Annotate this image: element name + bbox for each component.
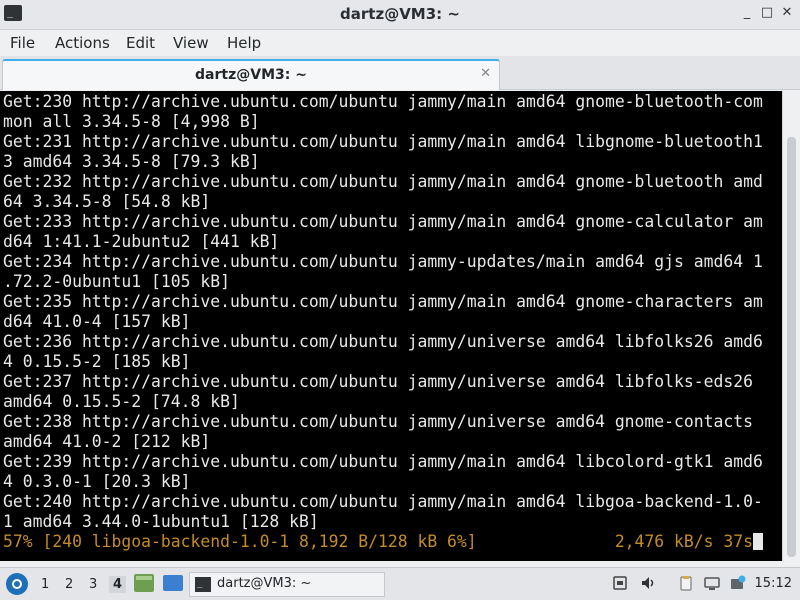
window-title: dartz@VM3: ~ [340,5,460,23]
volume-icon[interactable] [640,575,656,591]
terminal-line: 4 0.15.5-2 [185 kB] [3,352,191,371]
terminal-line: 64 3.34.5-8 [54.8 kB] [3,192,211,211]
menu-actions[interactable]: Actions [55,34,110,52]
terminal-line: amd64 41.0-2 [212 kB] [3,432,211,451]
terminal-line: 3 amd64 3.34.5-8 [79.3 kB] [3,152,260,171]
text-cursor [752,533,763,550]
title-bar[interactable]: _ dartz@VM3: ~ _ □ ✕ [0,0,800,30]
menu-help[interactable]: Help [227,34,261,52]
terminal-output[interactable]: Get:230 http://archive.ubuntu.com/ubuntu… [0,91,782,561]
terminal-line: Get:234 http://archive.ubuntu.com/ubuntu… [3,252,763,271]
terminal-icon: _ [195,577,211,592]
terminal-line: .72.2-0ubuntu1 [105 kB] [3,272,230,291]
menu-bar: File Actions Edit View Help [0,30,800,56]
terminal-line: 1 amd64 3.44.0-1ubuntu1 [128 kB] [3,512,319,531]
taskbar: 1 2 3 4 _ dartz@VM3: ~ 15:12 [0,567,800,600]
terminal-line: Get:237 http://archive.ubuntu.com/ubuntu… [3,372,753,391]
terminal-line: Get:240 http://archive.ubuntu.com/ubuntu… [3,492,763,511]
display-icon[interactable] [704,575,720,591]
task-label: dartz@VM3: ~ [217,576,312,591]
terminal-line: Get:236 http://archive.ubuntu.com/ubuntu… [3,332,763,351]
terminal-line: Get:235 http://archive.ubuntu.com/ubuntu… [3,292,763,311]
terminal-line: Get:231 http://archive.ubuntu.com/ubuntu… [3,132,763,151]
menu-edit[interactable]: Edit [126,34,155,52]
progress-text: 57% [240 libgoa-backend-1.0-1 8,192 B/12… [3,532,753,551]
terminal-line: Get:238 http://archive.ubuntu.com/ubuntu… [3,412,753,431]
tab-bar: dartz@VM3: ~ ✕ [0,56,800,90]
menu-file[interactable]: File [10,34,35,52]
terminal-line: d64 41.0-4 [157 kB] [3,312,191,331]
tab-terminal[interactable]: dartz@VM3: ~ ✕ [2,59,500,90]
tab-close-icon[interactable]: ✕ [480,66,491,81]
scrollbar-thumb[interactable] [787,137,796,557]
terminal-line: mon all 3.34.5-8 [4,998 B] [3,112,260,131]
tab-label: dartz@VM3: ~ [195,67,307,83]
close-button[interactable]: ✕ [778,4,796,22]
menu-view[interactable]: View [173,34,209,52]
terminal-line: Get:239 http://archive.ubuntu.com/ubuntu… [3,452,763,471]
network-icon[interactable] [612,575,628,591]
taskbar-task-terminal[interactable]: _ dartz@VM3: ~ [189,572,385,597]
terminal-window: _ dartz@VM3: ~ _ □ ✕ File Actions Edit V… [0,0,800,567]
apt-progress-line: 57% [240 libgoa-backend-1.0-1 8,192 B/12… [3,532,763,552]
clock[interactable]: 15:12 [755,576,792,591]
terminal-line: d64 1:41.1-2ubuntu2 [441 kB] [3,232,280,251]
maximize-button[interactable]: □ [758,4,776,22]
clipboard-icon[interactable] [678,575,694,591]
terminal-line: Get:230 http://archive.ubuntu.com/ubuntu… [3,92,763,111]
file-manager-icon[interactable] [134,574,154,592]
terminal-line: Get:232 http://archive.ubuntu.com/ubuntu… [3,172,763,191]
terminal-line: 4 0.3.0-1 [20.3 kB] [3,472,191,491]
terminal-line: Get:233 http://archive.ubuntu.com/ubuntu… [3,212,763,231]
workspace-3[interactable]: 3 [89,577,97,592]
update-notifier-icon[interactable] [730,575,746,591]
show-desktop-icon[interactable] [163,575,183,591]
workspace-2[interactable]: 2 [65,577,73,592]
terminal-line: amd64 0.15.5-2 [74.8 kB] [3,392,240,411]
workspace-1[interactable]: 1 [41,577,49,592]
terminal-scrollbar[interactable] [782,91,800,561]
workspace-4[interactable]: 4 [109,576,127,593]
start-menu-icon[interactable] [6,573,28,595]
minimize-button[interactable]: _ [738,4,756,22]
